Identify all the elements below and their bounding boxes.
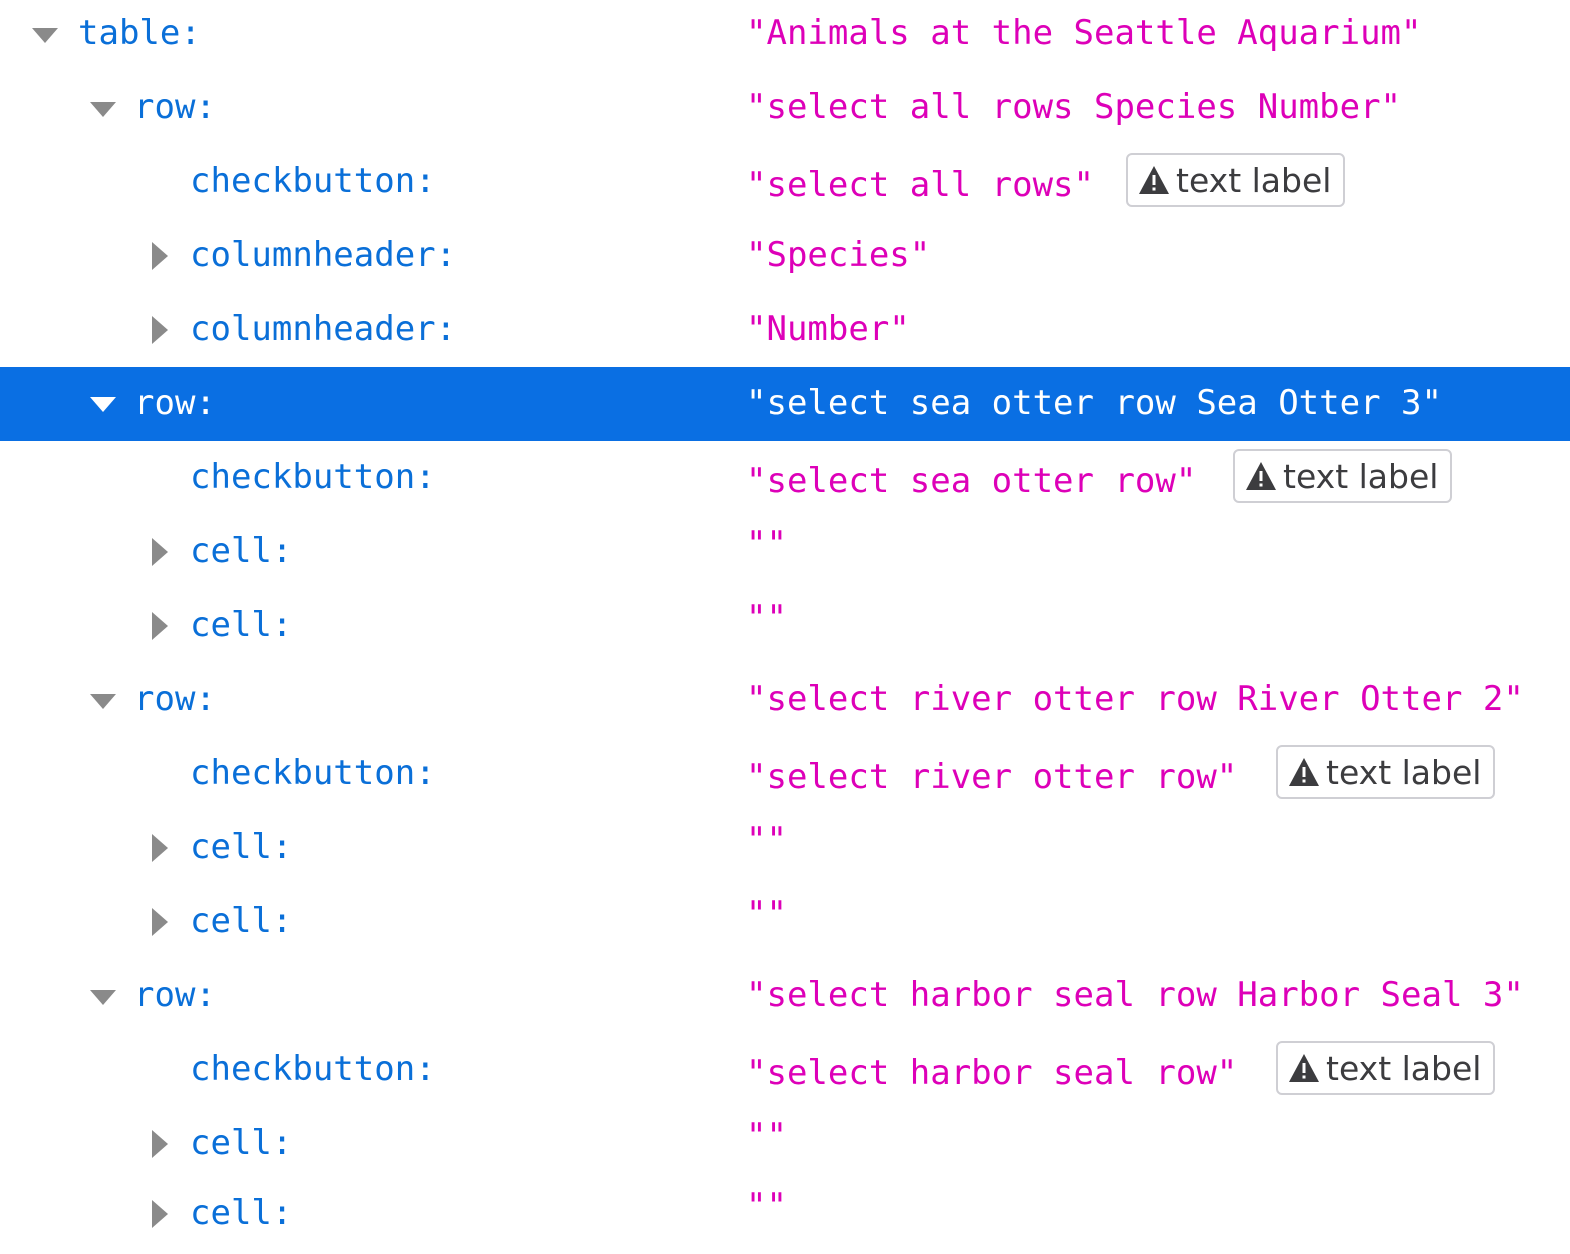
tree-row-columnheader[interactable]: columnheader: "Species" bbox=[0, 222, 1570, 296]
collapsed-twisty-icon[interactable] bbox=[145, 833, 175, 863]
role-label: columnheader: bbox=[190, 235, 457, 275]
collapsed-twisty-icon[interactable] bbox=[145, 241, 175, 271]
badge-text: text label bbox=[1326, 752, 1482, 792]
tree-row-cell[interactable]: cell: "" bbox=[0, 814, 1570, 888]
warning-icon bbox=[1138, 165, 1170, 195]
badge-text: text label bbox=[1283, 456, 1439, 496]
expanded-twisty-icon[interactable] bbox=[88, 94, 118, 124]
badge-text: text label bbox=[1176, 160, 1332, 200]
collapsed-twisty-icon[interactable] bbox=[145, 1129, 175, 1159]
expanded-twisty-icon[interactable] bbox=[88, 982, 118, 1012]
role-label: cell: bbox=[190, 605, 293, 645]
tree-row-checkbutton[interactable]: checkbutton: "select sea otter row" text… bbox=[0, 444, 1570, 518]
text-label-badge[interactable]: text label bbox=[1276, 1041, 1496, 1095]
accessible-name: "" bbox=[746, 894, 787, 934]
accessible-name: "" bbox=[746, 820, 787, 860]
warning-icon bbox=[1288, 1053, 1320, 1083]
tree-row-checkbutton[interactable]: checkbutton: "select harbor seal row" te… bbox=[0, 1036, 1570, 1110]
role-label: row: bbox=[134, 383, 216, 423]
accessible-name: "select sea otter row Sea Otter 3" bbox=[746, 383, 1442, 423]
accessible-name: "" bbox=[746, 524, 787, 564]
accessible-name: "" bbox=[746, 1186, 787, 1226]
accessible-name: "select harbor seal row Harbor Seal 3" bbox=[746, 975, 1524, 1015]
tree-row-cell[interactable]: cell: "" bbox=[0, 518, 1570, 592]
expanded-twisty-icon[interactable] bbox=[88, 686, 118, 716]
tree-row-table[interactable]: table: "Animals at the Seattle Aquarium" bbox=[0, 0, 1570, 74]
accessible-name: "Animals at the Seattle Aquarium" bbox=[746, 13, 1422, 53]
role-label: checkbutton: bbox=[190, 457, 436, 497]
accessible-name: "select all rows Species Number" bbox=[746, 87, 1402, 127]
badge-text: text label bbox=[1326, 1048, 1482, 1088]
role-label: cell: bbox=[190, 531, 293, 571]
collapsed-twisty-icon[interactable] bbox=[145, 907, 175, 937]
tree-row-row[interactable]: row: "select all rows Species Number" bbox=[0, 74, 1570, 148]
role-label: cell: bbox=[190, 827, 293, 867]
role-label: checkbutton: bbox=[190, 753, 436, 793]
accessible-name: "" bbox=[746, 598, 787, 638]
accessible-name: "Number" bbox=[746, 309, 910, 349]
warning-icon bbox=[1288, 757, 1320, 787]
collapsed-twisty-icon[interactable] bbox=[145, 315, 175, 345]
collapsed-twisty-icon[interactable] bbox=[145, 611, 175, 641]
role-label: checkbutton: bbox=[190, 161, 436, 201]
tree-row-cell[interactable]: cell: "" bbox=[0, 888, 1570, 962]
role-label: columnheader: bbox=[190, 309, 457, 349]
tree-row-columnheader[interactable]: columnheader: "Number" bbox=[0, 296, 1570, 370]
tree-row-cell[interactable]: cell: "" bbox=[0, 1180, 1570, 1254]
accessible-name: "Species" bbox=[746, 235, 931, 275]
text-label-badge[interactable]: text label bbox=[1126, 153, 1346, 207]
text-label-badge[interactable]: text label bbox=[1233, 449, 1453, 503]
role-label: cell: bbox=[190, 1193, 293, 1233]
expanded-twisty-icon[interactable] bbox=[88, 389, 118, 419]
role-label: cell: bbox=[190, 1123, 293, 1163]
tree-row-cell[interactable]: cell: "" bbox=[0, 592, 1570, 666]
accessible-name: "" bbox=[746, 1116, 787, 1156]
accessibility-tree: table: "Animals at the Seattle Aquarium"… bbox=[0, 0, 1570, 1254]
tree-row-row[interactable]: row: "select river otter row River Otter… bbox=[0, 666, 1570, 740]
expanded-twisty-icon[interactable] bbox=[30, 20, 60, 50]
collapsed-twisty-icon[interactable] bbox=[145, 1199, 175, 1229]
text-label-badge[interactable]: text label bbox=[1276, 745, 1496, 799]
collapsed-twisty-icon[interactable] bbox=[145, 537, 175, 567]
role-label: row: bbox=[134, 87, 216, 127]
role-label: table: bbox=[78, 13, 201, 53]
role-label: checkbutton: bbox=[190, 1049, 436, 1089]
role-label: row: bbox=[134, 975, 216, 1015]
tree-row-row[interactable]: row: "select harbor seal row Harbor Seal… bbox=[0, 962, 1570, 1036]
tree-row-checkbutton[interactable]: checkbutton: "select all rows" text labe… bbox=[0, 148, 1570, 222]
tree-row-row-selected[interactable]: row: "select sea otter row Sea Otter 3" bbox=[0, 367, 1570, 441]
accessible-name: "select river otter row River Otter 2" bbox=[746, 679, 1524, 719]
accessible-name: "select all rows" bbox=[746, 165, 1094, 205]
tree-row-cell[interactable]: cell: "" bbox=[0, 1110, 1570, 1184]
role-label: row: bbox=[134, 679, 216, 719]
role-label: cell: bbox=[190, 901, 293, 941]
tree-row-checkbutton[interactable]: checkbutton: "select river otter row" te… bbox=[0, 740, 1570, 814]
accessible-name: "select river otter row" bbox=[746, 757, 1238, 797]
accessible-name: "select harbor seal row" bbox=[746, 1053, 1238, 1093]
warning-icon bbox=[1245, 461, 1277, 491]
accessible-name: "select sea otter row" bbox=[746, 461, 1197, 501]
